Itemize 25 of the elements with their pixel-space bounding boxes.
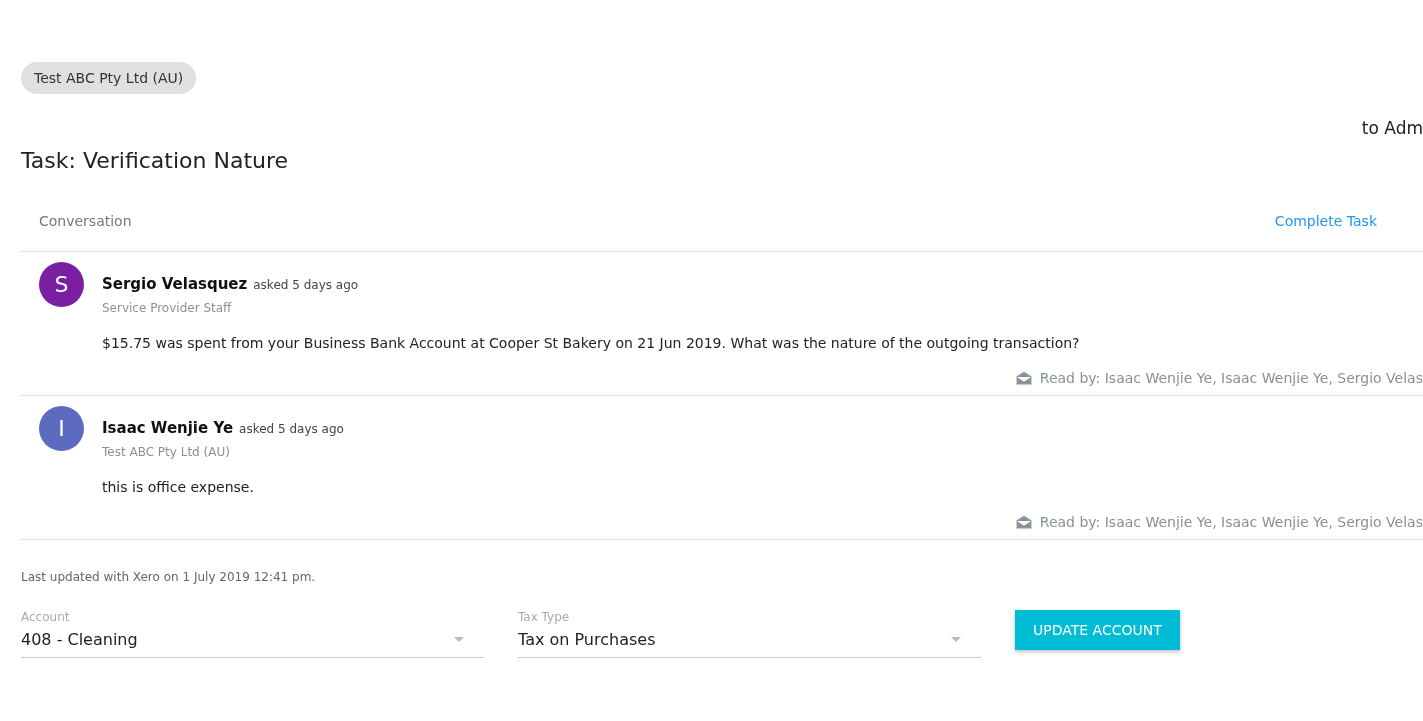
message-time: asked 5 days ago [253,278,359,292]
author-role: Test ABC Pty Ltd (AU) [102,445,231,459]
assignee-text: to Adm [1361,118,1423,140]
envelope-icon [1015,515,1032,529]
field-label: Tax Type [518,610,571,624]
author-name: Isaac Wenjie Ye [102,419,234,437]
dropdown-field[interactable]: Tax on Purchases [518,624,981,658]
envelope-icon [1015,371,1032,385]
avatar: S [39,262,84,307]
last-updated-text: Last updated with Xero on 1 July 2019 12:41 pm. [21,570,317,584]
message-text: $15.75 was spent from your Business Bank Account at Cooper St Bakery on 21 Jun 2019. What was the nature of the outgoing transaction? [102,335,1080,351]
conversation-label: Conversation [39,213,132,229]
read-by-text: Read by: Isaac Wenjie Ye, Isaac Wenjie Ye, Sergio Velas [1039,514,1423,530]
caret-icon [454,637,464,642]
task-title: Task: Verification Nature [21,148,290,173]
author-role: Service Provider Staff [102,301,233,315]
avatar: I [39,406,84,451]
field-label: Account [21,610,71,624]
message-time: asked 5 days ago [239,422,344,436]
organisation-chip[interactable]: Test ABC Pty Ltd (AU) [21,62,197,94]
message-text: this is office expense. [102,479,255,495]
read-by-text: Read by: Isaac Wenjie Ye, Isaac Wenjie Ye, Sergio Velas [1039,370,1423,386]
dropdown-field[interactable]: 408 - Cleaning [21,624,484,658]
author-name: Sergio Velasquez [102,275,248,293]
caret-icon [951,637,961,642]
